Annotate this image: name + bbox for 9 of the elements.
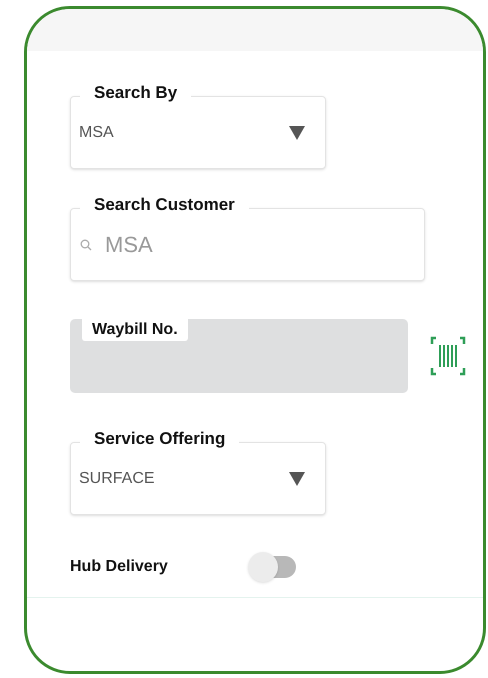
dropdown-value: SURFACE	[79, 468, 155, 488]
barcode-scan-icon[interactable]	[430, 336, 466, 376]
field-label: Waybill No.	[82, 319, 188, 341]
dropdown-value: MSA	[79, 122, 114, 142]
hub-delivery-toggle[interactable]	[248, 552, 298, 582]
caret-icon	[289, 472, 305, 486]
caret-icon	[289, 126, 305, 140]
hub-delivery-label: Hub Delivery	[70, 557, 169, 577]
search-icon	[80, 239, 92, 251]
